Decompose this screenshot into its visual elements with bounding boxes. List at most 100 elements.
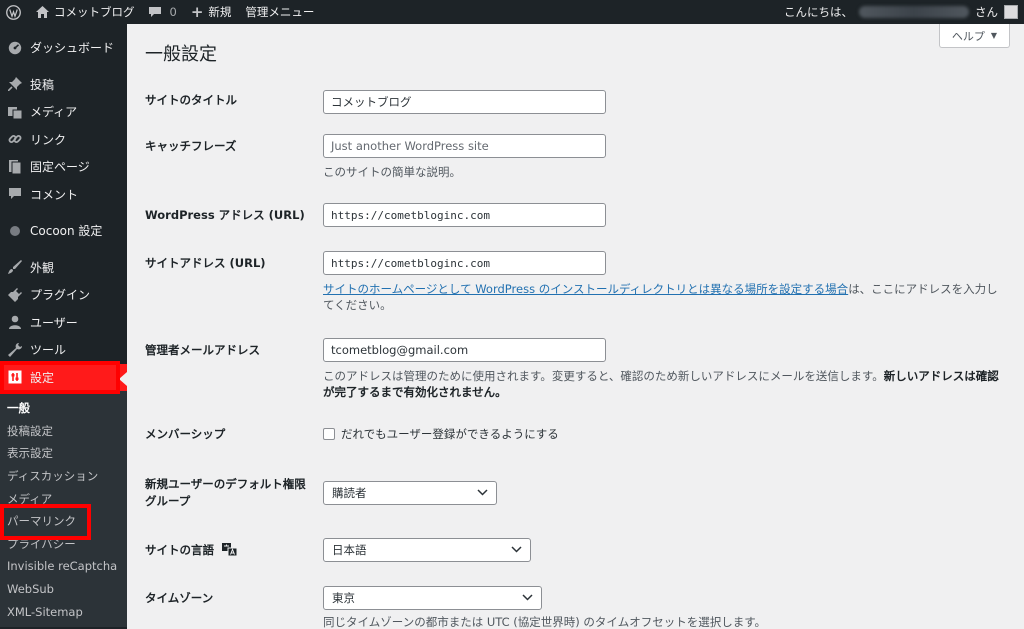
- sidebar-item-users[interactable]: ユーザー: [0, 309, 127, 337]
- default-role-value: 購読者: [332, 486, 367, 500]
- site-name: コメットブログ: [54, 5, 135, 19]
- submenu-item-permalink[interactable]: パーマリンク: [0, 510, 127, 533]
- active-arrow: [119, 371, 127, 386]
- cocoon-icon: [7, 225, 23, 237]
- chevron-down-icon: [522, 593, 533, 604]
- sidebar-item-pages[interactable]: 固定ページ: [0, 153, 127, 181]
- label-wp-address: WordPress アドレス (URL): [145, 208, 305, 222]
- page-title: 一般設定: [145, 44, 217, 65]
- site-name-link[interactable]: コメットブログ: [29, 0, 142, 24]
- avatar[interactable]: [1004, 5, 1018, 19]
- dashboard-icon: [7, 41, 23, 55]
- sidebar-item-label: Cocoon 設定: [30, 224, 103, 239]
- sidebar-item-label: ダッシュボード: [30, 41, 115, 56]
- sidebar-item-label: ユーザー: [30, 315, 78, 330]
- submenu-item-general[interactable]: 一般: [0, 397, 127, 420]
- admin-email-desc-text: このアドレスは管理のために使用されます。変更すると、確認のため新しいアドレスにメ…: [323, 369, 884, 383]
- page-icon: [7, 159, 23, 174]
- sidebar-item-label: リンク: [30, 132, 67, 147]
- site-address-input[interactable]: https://cometbloginc.com: [323, 251, 606, 275]
- submenu-item-discussion[interactable]: ディスカッション: [0, 465, 127, 488]
- sidebar-item-media[interactable]: メディア: [0, 98, 127, 126]
- label-default-role: 新規ユーザーのデフォルト権限グループ: [145, 477, 306, 508]
- label-site-language: サイトの言語: [145, 543, 214, 557]
- submenu-item-websub[interactable]: WebSub: [0, 578, 127, 601]
- tagline-description: このサイトの簡単な説明。: [323, 165, 461, 179]
- pin-icon: [7, 77, 23, 92]
- sidebar-item-comments[interactable]: コメント: [0, 181, 127, 209]
- submenu-item-reading[interactable]: 表示設定: [0, 442, 127, 465]
- site-language-value: 日本語: [332, 543, 367, 557]
- sidebar-item-label: コメント: [30, 187, 79, 202]
- label-site-language-wrap: サイトの言語: [145, 542, 315, 559]
- timezone-select[interactable]: 東京: [323, 586, 542, 610]
- membership-checkbox-wrap[interactable]: だれでもユーザー登録ができるようにする: [323, 426, 559, 442]
- label-tagline: キャッチフレーズ: [145, 139, 237, 153]
- membership-checkbox[interactable]: [323, 428, 335, 440]
- sidebar-item-posts[interactable]: 投稿: [0, 71, 127, 99]
- sidebar-item-label: ツール: [30, 343, 67, 358]
- sidebar-item-label: 固定ページ: [30, 160, 90, 175]
- help-tab-button[interactable]: ヘルプ ▼: [938, 24, 1010, 48]
- membership-checkbox-label: だれでもユーザー登録ができるようにする: [341, 427, 559, 441]
- link-icon: [7, 132, 23, 146]
- comments-link[interactable]: 0: [142, 0, 184, 24]
- sidebar-item-links[interactable]: リンク: [0, 126, 127, 154]
- label-membership: メンバーシップ: [145, 427, 226, 441]
- wp-logo-button[interactable]: [0, 0, 29, 24]
- wordpress-logo-icon: [6, 4, 21, 20]
- timezone-value: 東京: [332, 591, 355, 605]
- main-content: 一般設定 ヘルプ ▼ サイトのタイトル コメットブログ キャッチフレーズ Jus…: [127, 24, 1024, 629]
- caret-down-icon: ▼: [990, 31, 997, 40]
- sidebar-item-label: プラグイン: [30, 288, 91, 303]
- comment-icon: [7, 187, 23, 201]
- submenu-item-media[interactable]: メディア: [0, 487, 127, 510]
- chevron-down-icon: [477, 488, 488, 499]
- site-address-help-link[interactable]: サイトのホームページとして WordPress のインストールディレクトリとは異…: [323, 282, 848, 296]
- help-label: ヘルプ: [951, 29, 985, 43]
- default-role-select[interactable]: 購読者: [323, 481, 497, 505]
- tagline-input[interactable]: Just another WordPress site: [323, 134, 606, 158]
- settings-icon: [7, 370, 23, 384]
- sidebar-item-label: 設定: [30, 370, 55, 385]
- submenu-item-privacy[interactable]: プライバシー: [0, 533, 127, 556]
- blurred-username: [859, 6, 969, 18]
- new-label: 新規: [208, 5, 232, 19]
- timezone-description: 同じタイムゾーンの都市または UTC (協定世界時) のタイムオフセットを選択し…: [323, 615, 767, 629]
- appearance-icon: [7, 260, 23, 275]
- site-language-select[interactable]: 日本語: [323, 538, 531, 562]
- settings-submenu: 一般 投稿設定 表示設定 ディスカッション メディア パーマリンク プライバシー…: [0, 391, 127, 627]
- wp-address-input[interactable]: https://cometbloginc.com: [323, 203, 606, 227]
- submenu-item-invisible-recaptcha[interactable]: Invisible reCaptcha: [0, 555, 127, 578]
- honorific: さん: [975, 5, 998, 19]
- new-content-link[interactable]: + 新規: [184, 0, 239, 24]
- label-admin-email: 管理者メールアドレス: [145, 343, 260, 357]
- admin-menu-link[interactable]: 管理メニュー: [238, 0, 321, 24]
- submenu-item-xml-sitemap[interactable]: XML-Sitemap: [0, 600, 127, 623]
- sidebar-item-plugins[interactable]: プラグイン: [0, 281, 127, 309]
- admin-sidebar: ダッシュボード 投稿 メディア リンク 固定ページ コメント Cocoon 設定…: [0, 24, 127, 629]
- home-icon: [36, 6, 49, 18]
- comments-count: 0: [169, 5, 177, 19]
- submenu-item-writing[interactable]: 投稿設定: [0, 420, 127, 443]
- plugin-icon: [7, 287, 23, 302]
- sidebar-item-dashboard[interactable]: ダッシュボード: [0, 34, 127, 62]
- comment-bubble-icon: [148, 6, 161, 18]
- plus-icon: +: [190, 2, 204, 21]
- label-site-title: サイトのタイトル: [145, 93, 237, 107]
- sidebar-item-appearance[interactable]: 外観: [0, 254, 127, 282]
- site-title-input[interactable]: コメットブログ: [323, 90, 606, 114]
- admin-menu-label: 管理メニュー: [245, 5, 315, 19]
- greeting: こんにちは、: [784, 5, 853, 19]
- chevron-down-icon: [511, 545, 522, 556]
- sidebar-item-cocoon[interactable]: Cocoon 設定: [0, 217, 127, 245]
- admin-email-input[interactable]: tcometblog@gmail.com: [323, 338, 606, 362]
- admin-bar: コメットブログ 0 + 新規 管理メニュー こんにちは、 さん: [0, 0, 1024, 24]
- media-icon: [7, 105, 23, 119]
- my-account[interactable]: こんにちは、 さん: [784, 0, 1018, 24]
- label-site-address: サイトアドレス (URL): [145, 256, 266, 270]
- sidebar-item-label: 投稿: [30, 77, 55, 92]
- sidebar-item-settings[interactable]: 設定: [0, 363, 127, 391]
- wrench-icon: [7, 342, 23, 357]
- sidebar-item-tools[interactable]: ツール: [0, 336, 127, 364]
